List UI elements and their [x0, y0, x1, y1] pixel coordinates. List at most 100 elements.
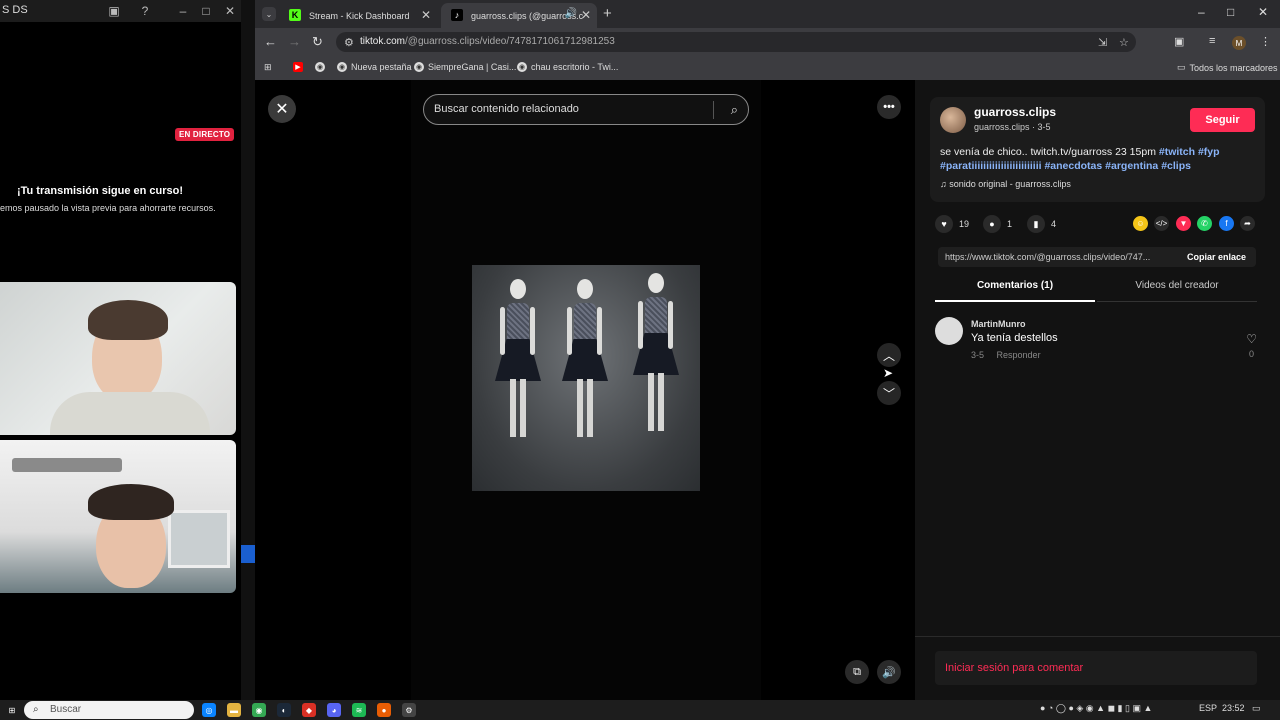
maximize-icon[interactable]: □	[198, 3, 214, 19]
wall-shelf	[12, 458, 122, 472]
comment-count: 1	[1007, 219, 1013, 229]
save-button[interactable]: ▮ 4	[1027, 215, 1056, 233]
back-icon[interactable]: ←	[264, 34, 277, 49]
action-bar: ♥ 19 ● 1 ▮ 4 ☺ </> ▼ ✆ f ➦	[935, 215, 1265, 235]
chrome-icon[interactable]: ◉	[252, 703, 266, 717]
close-icon[interactable]: ✕	[1258, 5, 1268, 19]
copy-link-button[interactable]: Copiar enlace	[1180, 247, 1246, 267]
more-options-button[interactable]: •••	[877, 95, 901, 119]
forward-icon[interactable]: →	[288, 34, 301, 49]
media-control-icon[interactable]: ≡	[1209, 35, 1215, 47]
sound-link[interactable]: ♫ sonido original - guarross.clips	[940, 179, 1071, 189]
picture-in-picture-button[interactable]: ⧉	[845, 660, 869, 684]
taskbar-search[interactable]: ⌕ Buscar	[24, 701, 194, 719]
minimize-icon[interactable]: –	[175, 3, 191, 19]
clock[interactable]: 23:52	[1222, 703, 1245, 713]
maximize-icon[interactable]: □	[1227, 5, 1234, 19]
tab-search-icon[interactable]: ⌄	[262, 7, 276, 21]
new-tab-icon[interactable]: +	[603, 5, 612, 22]
hashtag-link[interactable]: #clips	[1161, 160, 1191, 172]
browser-window: ⌄ K Stream - Kick Dashboard ✕ ♪ guarross…	[255, 0, 1280, 700]
windows-start-icon[interactable]: ⊞	[5, 703, 19, 717]
hashtag-link[interactable]: #anecdotas	[1044, 160, 1102, 172]
youtube-icon[interactable]: ▶	[293, 62, 303, 72]
tab-strip: ⌄ K Stream - Kick Dashboard ✕ ♪ guarross…	[255, 0, 1280, 28]
sound-label: sonido original - guarross.clips	[949, 179, 1071, 189]
send-icon[interactable]: ▼	[1176, 216, 1191, 231]
comment-heart-icon[interactable]: ♡	[1246, 332, 1257, 346]
minimize-icon[interactable]: –	[1198, 5, 1205, 19]
bookmark-item[interactable]: ◉ SiempreGana | Casi...	[414, 62, 516, 72]
like-button[interactable]: ♥ 19	[935, 215, 969, 233]
person-shirt	[50, 392, 210, 435]
address-bar[interactable]: ⚙ tiktok.com/@guarross.clips/video/74781…	[336, 32, 1136, 52]
share-arrow-icon[interactable]: ➦	[1240, 216, 1255, 231]
friends-share-icon[interactable]: ☺	[1133, 216, 1148, 231]
stream-app-title: S DS	[2, 4, 28, 16]
toolbar: ← → ↻ ⚙ tiktok.com/@guarross.clips/video…	[255, 28, 1280, 56]
input-language[interactable]: ESP	[1199, 703, 1217, 713]
previous-video-button[interactable]: ︿	[877, 343, 901, 367]
hashtag-link[interactable]: #twitch	[1159, 146, 1195, 158]
video-player[interactable]	[472, 265, 700, 491]
close-tab-icon[interactable]: ✕	[421, 8, 431, 22]
follow-button[interactable]: Seguir	[1190, 108, 1255, 132]
chevron-down-icon: ﹀	[882, 386, 895, 401]
facebook-icon[interactable]: f	[1219, 216, 1234, 231]
embed-icon[interactable]: </>	[1154, 216, 1169, 231]
volume-button[interactable]: 🔊	[877, 660, 901, 684]
profile-avatar[interactable]: M	[1232, 36, 1246, 50]
tab-comments[interactable]: Comentarios (1)	[935, 280, 1095, 302]
copilot-icon[interactable]: ◎	[202, 703, 216, 717]
reply-button[interactable]: Responder	[997, 350, 1041, 360]
next-video-button[interactable]: ﹀	[877, 381, 901, 405]
apps-icon[interactable]: ⊞	[264, 62, 272, 73]
search-icon[interactable]: ⌕	[731, 95, 738, 124]
discord-icon[interactable]: ◕	[327, 703, 341, 717]
bookmark-item[interactable]: ◉ Nueva pestaña	[337, 62, 412, 72]
menu-icon[interactable]: ⋮	[1260, 35, 1271, 48]
tray-icons[interactable]: ● ◔ ◯ ● ◈ ◉ ▲ ◼ ▮ ▯ ▣ ▲	[1040, 703, 1152, 714]
settings-icon[interactable]: ⚙	[402, 703, 416, 717]
close-video-button[interactable]: ✕	[268, 95, 296, 123]
stream-message-subtitle: emos pausado la vista previa para ahorra…	[0, 203, 216, 213]
creator-username[interactable]: guarross.clips	[974, 105, 1056, 119]
install-app-icon[interactable]: ⇲	[1098, 33, 1107, 53]
spotify-icon[interactable]: ≋	[352, 703, 366, 717]
hashtag-link[interactable]: #paratiiiiiiiiiiiiiiiiiiiiiiii	[940, 160, 1042, 172]
camera-icon[interactable]: ▣	[106, 3, 122, 19]
comment-button[interactable]: ● 1	[983, 215, 1012, 233]
chevron-up-icon: ︿	[882, 348, 895, 363]
extensions-icon[interactable]: ▣	[1174, 35, 1184, 48]
commenter-username[interactable]: MartinMunro	[971, 319, 1026, 329]
related-search-input[interactable]: Buscar contenido relacionado ⌕	[423, 94, 749, 125]
app-icon[interactable]: ◆	[302, 703, 316, 717]
globe-icon[interactable]: ◉	[315, 62, 325, 72]
steam-icon[interactable]: ◐	[277, 703, 291, 717]
whatsapp-icon[interactable]: ✆	[1197, 216, 1212, 231]
tab-creator-videos[interactable]: Videos del creador	[1097, 280, 1257, 302]
tab-kick-dashboard[interactable]: K Stream - Kick Dashboard ✕	[279, 3, 437, 28]
tiktok-icon: ♪	[451, 9, 463, 21]
commenter-avatar[interactable]	[935, 317, 963, 345]
hashtag-link[interactable]: #argentina	[1105, 160, 1158, 172]
file-explorer-icon[interactable]: ▬	[227, 703, 241, 717]
help-icon[interactable]: ?	[137, 3, 153, 19]
login-to-comment-button[interactable]: Iniciar sesión para comentar	[935, 651, 1257, 685]
speaker-icon[interactable]: 🔊	[565, 8, 577, 19]
notification-icon[interactable]: ▭	[1252, 703, 1261, 714]
close-icon[interactable]: ✕	[222, 3, 238, 19]
tab-tiktok[interactable]: ♪ guarross.clips (@guarross.c 🔊 ✕	[441, 3, 597, 28]
bookmark-item[interactable]: ◉ chau escritorio - Twi...	[517, 62, 618, 72]
site-info-icon[interactable]: ⚙	[344, 33, 354, 53]
all-bookmarks[interactable]: ▭ Todos los marcadores	[1177, 62, 1278, 73]
share-link-field[interactable]: https://www.tiktok.com/@guarross.clips/v…	[938, 247, 1256, 267]
close-tab-icon[interactable]: ✕	[581, 8, 591, 22]
reload-icon[interactable]: ↻	[312, 34, 323, 50]
hashtag-link[interactable]: #fyp	[1198, 146, 1220, 158]
obs-icon[interactable]: ●	[377, 703, 391, 717]
search-placeholder: Buscar contenido relacionado	[434, 103, 579, 115]
star-icon[interactable]: ☆	[1119, 33, 1129, 53]
webcam-feed-2	[0, 440, 236, 593]
creator-avatar[interactable]	[940, 107, 966, 133]
